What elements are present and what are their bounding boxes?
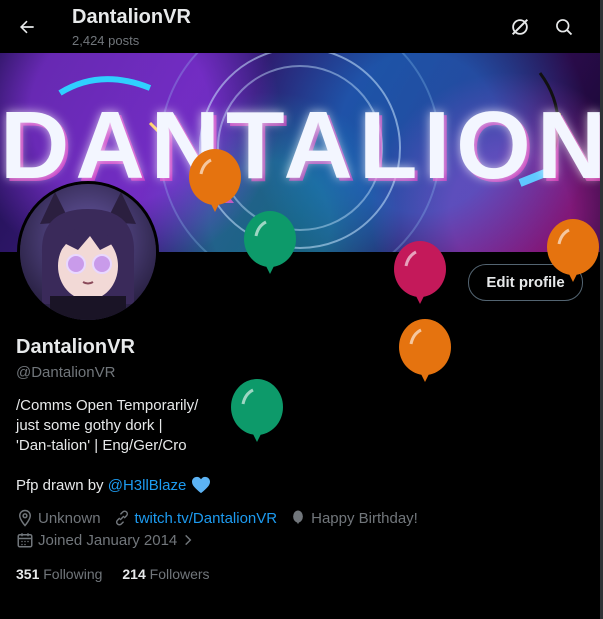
page-title: DantalionVR xyxy=(72,6,191,28)
balloon-orange-icon xyxy=(189,149,241,212)
avatar[interactable] xyxy=(17,181,159,323)
joined-row: Joined January 2014 xyxy=(16,531,213,549)
follow-stats: 351 Following 214 Followers xyxy=(16,566,230,582)
arrow-left-icon xyxy=(20,20,34,34)
search-button[interactable] xyxy=(550,13,578,41)
balloon-orange-icon xyxy=(547,219,599,282)
display-name: DantalionVR xyxy=(16,336,135,358)
bio-line: just some gothy dork | xyxy=(16,417,163,434)
grok-icon xyxy=(511,18,529,36)
location-pin-icon xyxy=(16,509,34,527)
pfp-credit-prefix: Pfp drawn by xyxy=(16,476,104,494)
joined-text: Joined January 2014 xyxy=(38,531,178,549)
followers-count: 214 xyxy=(122,566,146,582)
balloon-icon xyxy=(289,509,307,527)
link-icon xyxy=(113,509,131,527)
pfp-credit: Pfp drawn by @H3llBlaze xyxy=(16,476,211,494)
balloon-green-icon xyxy=(244,211,296,274)
balloon-orange-icon xyxy=(399,319,451,382)
birthday-item: Happy Birthday! xyxy=(289,509,418,527)
avatar-illustration xyxy=(20,184,156,320)
top-bar: DantalionVR 2,424 posts xyxy=(0,0,600,53)
chevron-right-icon xyxy=(179,531,197,549)
followers-label: Followers xyxy=(149,566,210,582)
birthday-text: Happy Birthday! xyxy=(311,509,418,527)
website-item: twitch.tv/DantalionVR xyxy=(113,509,278,527)
back-button[interactable] xyxy=(12,12,42,42)
location-text: Unknown xyxy=(38,509,101,527)
bio-line: 'Dan-talion' | Eng/Ger/Cro xyxy=(16,437,187,454)
balloon-magenta-icon xyxy=(394,241,446,304)
pfp-credit-link[interactable]: @H3llBlaze xyxy=(108,477,187,494)
post-count: 2,424 posts xyxy=(72,33,140,48)
calendar-icon xyxy=(16,531,34,549)
bio-line: /Comms Open Temporarily/ xyxy=(16,397,199,414)
search-icon xyxy=(556,19,573,36)
bio: /Comms Open Temporarily/ just some gothy… xyxy=(16,396,436,456)
followers-link[interactable]: 214 Followers xyxy=(122,566,209,582)
balloon-green-icon xyxy=(231,379,283,442)
grok-button[interactable] xyxy=(506,13,534,41)
joined-item[interactable]: Joined January 2014 xyxy=(16,531,201,549)
blue-heart-icon xyxy=(191,476,211,494)
website-link[interactable]: twitch.tv/DantalionVR xyxy=(135,510,278,527)
following-label: Following xyxy=(43,566,103,582)
handle: @DantalionVR xyxy=(16,364,116,381)
location-item: Unknown xyxy=(16,509,101,527)
profile-meta-row: Unknown twitch.tv/DantalionVR Happy Birt… xyxy=(16,509,430,527)
following-link[interactable]: 351 Following xyxy=(16,566,102,582)
following-count: 351 xyxy=(16,566,40,582)
